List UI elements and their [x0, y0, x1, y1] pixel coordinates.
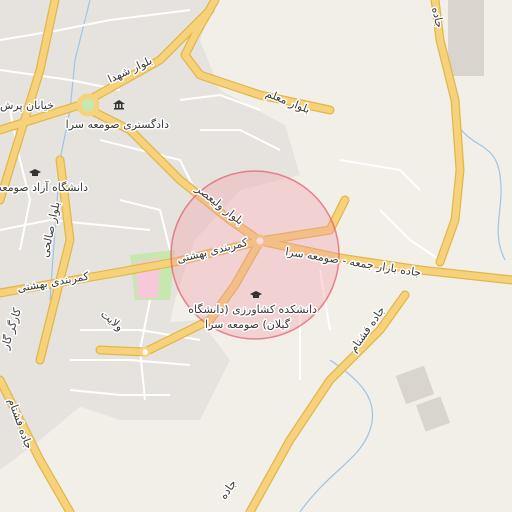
roundabout-south [139, 346, 151, 358]
road-label-barsh: خیابان پرش [0, 99, 54, 112]
poi-label-agri-faculty-line2: گیلان) صومعه سرا [205, 318, 291, 331]
map-canvas[interactable]: بلوار شهدا بلوار معلم خیابان پرش بلوار ص… [0, 0, 512, 512]
map-view[interactable]: بلوار شهدا بلوار معلم خیابان پرش بلوار ص… [0, 0, 512, 512]
poi-label-azad-university: دانشگاه آزاد صومعه [0, 180, 88, 194]
poi-label-agri-faculty-line1: دانشکده کشاورزی (دانشگاه [188, 303, 317, 316]
roundabout-west [76, 93, 100, 117]
urban-area-south [60, 320, 230, 420]
poi-label-courthouse: دادگستری صومعه سرا [66, 118, 169, 131]
